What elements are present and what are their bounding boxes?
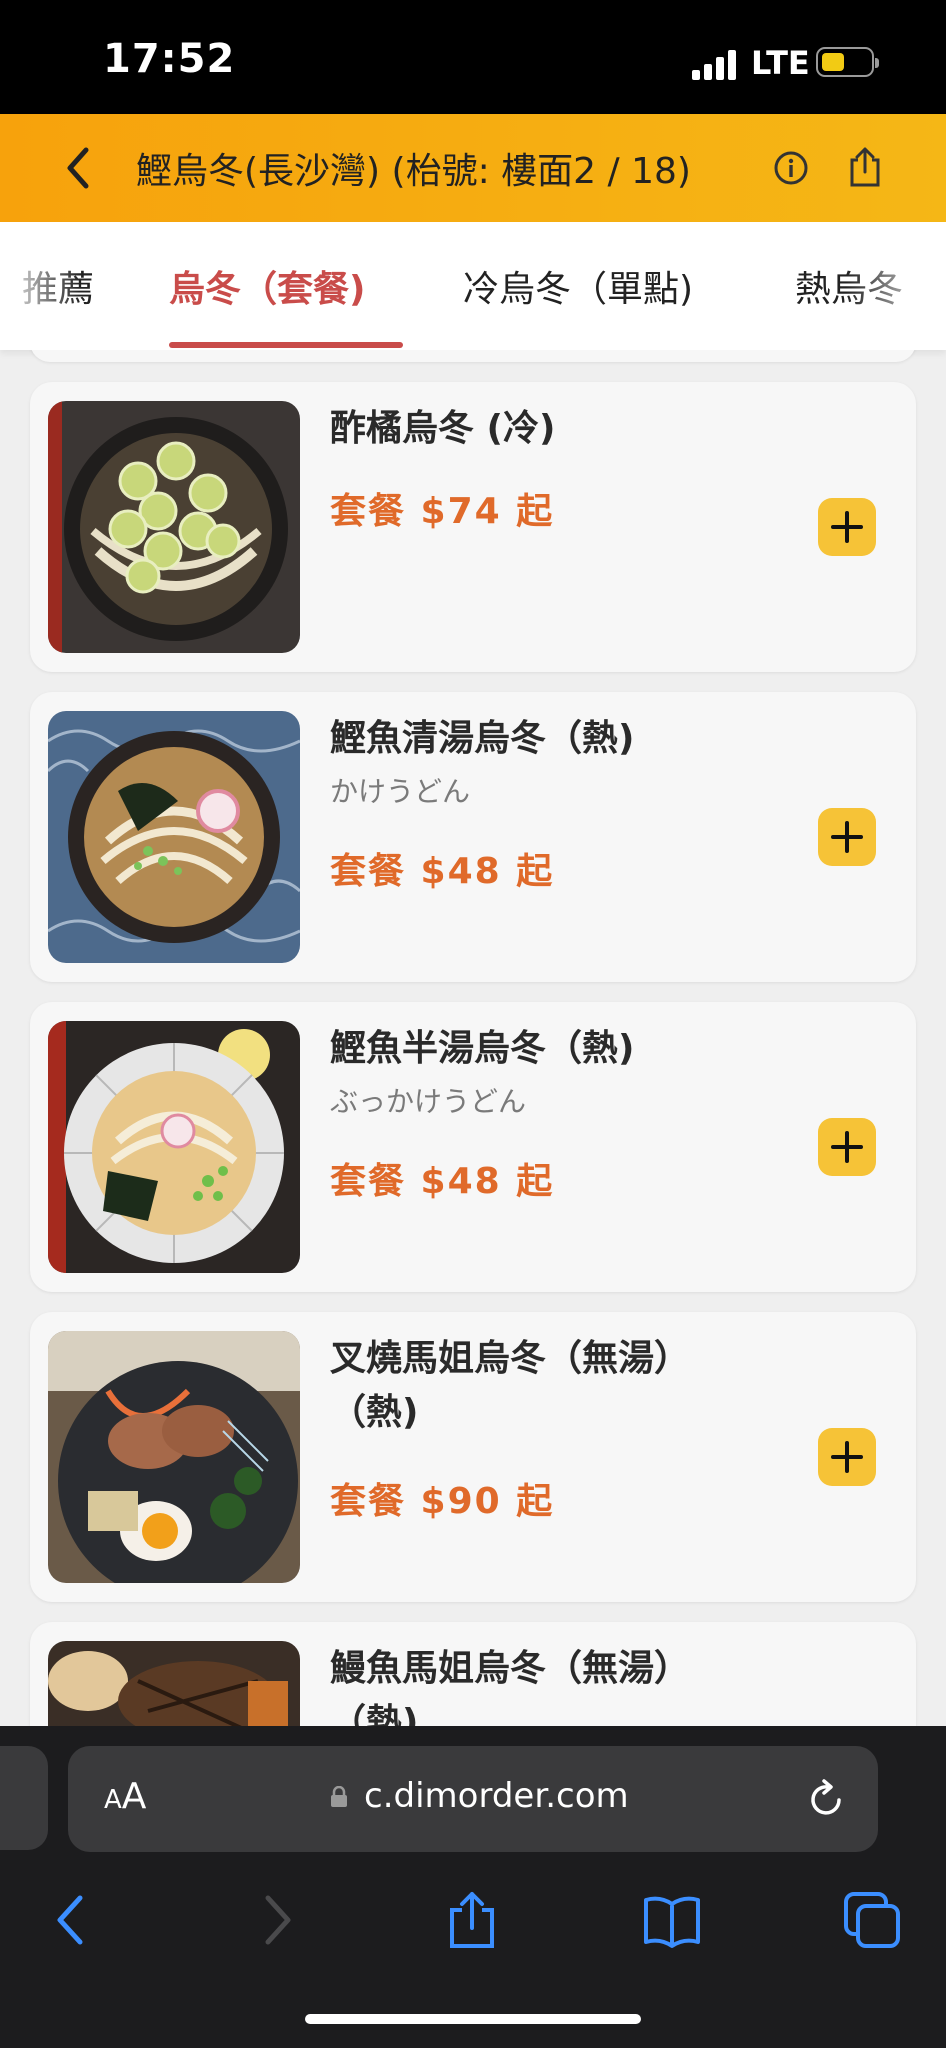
- dish-subtitle: ぶっかけうどん: [330, 1085, 527, 1118]
- dish-price: 套餐 $48 起: [330, 1161, 555, 1202]
- plus-icon[interactable]: [818, 498, 876, 556]
- cellular-signal-icon: [692, 50, 736, 80]
- list-item: [30, 350, 916, 362]
- dish-photo: [48, 1021, 300, 1273]
- safari-back-icon[interactable]: [42, 1890, 102, 1950]
- home-indicator: [305, 2014, 641, 2024]
- tab-cold-udon[interactable]: 冷烏冬（單點): [463, 260, 693, 312]
- dish-name: 鰻魚馬姐烏冬（無湯）（熱): [330, 1648, 691, 1726]
- dish-price: 套餐 $48 起: [330, 851, 555, 892]
- tabs-icon[interactable]: [842, 1890, 902, 1950]
- dish-name: 叉燒馬姐烏冬（無湯）（熱): [330, 1338, 691, 1433]
- dish-name: 鰹魚半湯烏冬（熱): [330, 1028, 635, 1069]
- dish-photo: [48, 1331, 300, 1583]
- tab-udon-set[interactable]: 烏冬（套餐): [169, 260, 365, 312]
- plus-icon[interactable]: [818, 1428, 876, 1486]
- dish-subtitle: かけうどん: [330, 775, 471, 808]
- active-tab-indicator: [169, 342, 403, 348]
- menu-item-card[interactable]: 酢橘烏冬 (冷) 套餐 $74 起: [30, 382, 916, 672]
- app-header: 鰹烏冬(長沙灣) (枱號: 樓面2 / 18): [0, 114, 946, 222]
- dish-photo: [48, 401, 300, 653]
- menu-item-card[interactable]: 鰹魚半湯烏冬（熱) ぶっかけうどん 套餐 $48 起: [30, 1002, 916, 1292]
- back-chevron-icon[interactable]: [60, 144, 100, 192]
- previous-tab-preview[interactable]: [0, 1746, 48, 1850]
- safari-forward-icon: [265, 1895, 291, 1945]
- menu-item-card[interactable]: 鰹魚清湯烏冬（熱) かけうどん 套餐 $48 起: [30, 692, 916, 982]
- dish-photo: [48, 711, 300, 963]
- info-icon[interactable]: [773, 150, 809, 186]
- plus-icon[interactable]: [818, 808, 876, 866]
- battery-icon: [816, 47, 879, 77]
- reader-settings-button[interactable]: AA: [104, 1776, 146, 1817]
- network-label: LTE: [751, 44, 810, 82]
- menu-item-card[interactable]: 鰻魚馬姐烏冬（無湯）（熱): [30, 1622, 916, 1726]
- category-tabs: 推薦 烏冬（套餐) 冷烏冬（單點) 熱烏冬: [0, 222, 946, 350]
- plus-icon[interactable]: [818, 1118, 876, 1176]
- reload-icon[interactable]: [806, 1776, 848, 1820]
- menu-item-card[interactable]: 叉燒馬姐烏冬（無湯）（熱) 套餐 $90 起: [30, 1312, 916, 1602]
- menu-list[interactable]: 酢橘烏冬 (冷) 套餐 $74 起 鰹魚清湯烏冬（熱) かけうどん 套餐 $48…: [0, 350, 946, 1726]
- status-time: 17:52: [103, 36, 236, 82]
- share-icon[interactable]: [847, 146, 883, 188]
- restaurant-title: 鰹烏冬(長沙灣) (枱號: 樓面2 / 18): [136, 151, 691, 192]
- dish-price: 套餐 $74 起: [330, 491, 555, 532]
- browser-toolbar: AA c.dimorder.com: [0, 1726, 946, 2048]
- bookmarks-icon[interactable]: [642, 1890, 702, 1950]
- lock-icon: [331, 1786, 347, 1807]
- dish-photo: [48, 1641, 300, 1726]
- dish-name: 酢橘烏冬 (冷): [330, 408, 556, 449]
- dish-name: 鰹魚清湯烏冬（熱): [330, 718, 635, 759]
- address-bar[interactable]: AA c.dimorder.com: [68, 1746, 878, 1852]
- safari-share-icon[interactable]: [442, 1890, 502, 1950]
- dish-price: 套餐 $90 起: [330, 1481, 555, 1522]
- status-bar: 17:52 LTE: [0, 0, 946, 114]
- url-text[interactable]: c.dimorder.com: [364, 1776, 629, 1816]
